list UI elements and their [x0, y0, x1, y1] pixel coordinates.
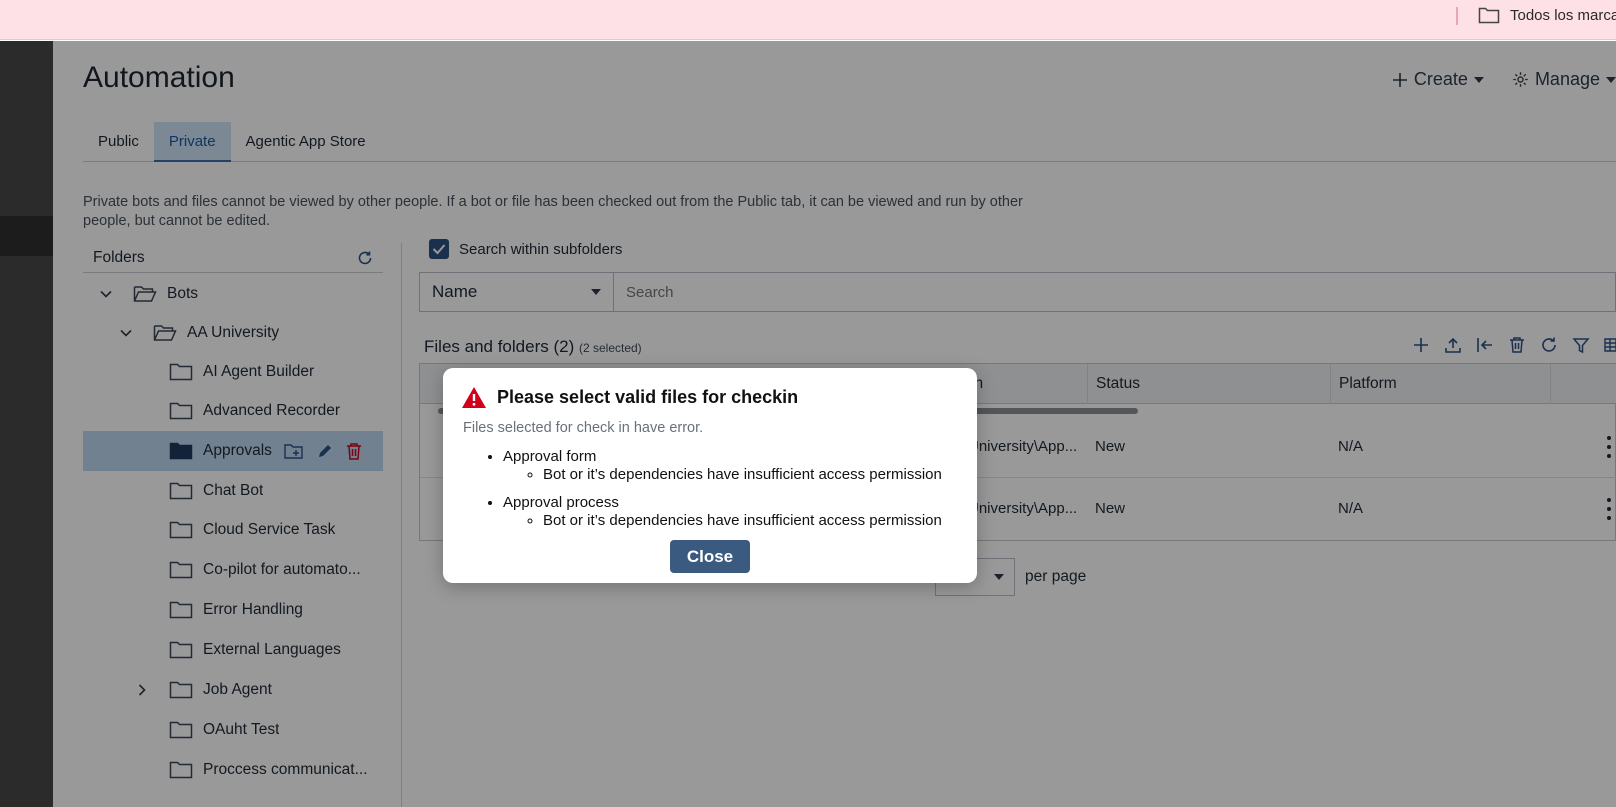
- dialog-subtitle: Files selected for check in have error.: [463, 420, 704, 436]
- error-detail: Bot or it’s dependencies have insufficie…: [543, 512, 942, 530]
- warning-icon: [462, 387, 486, 408]
- error-file-name: Approval process: [503, 494, 619, 511]
- error-file-name: Approval form: [503, 448, 597, 465]
- error-item: Approval process Bot or it’s dependencie…: [503, 494, 942, 530]
- checkin-error-dialog: Please select valid files for checkin Fi…: [443, 368, 977, 583]
- dialog-title: Please select valid files for checkin: [461, 386, 798, 409]
- error-details: Bot or it’s dependencies have insufficie…: [543, 466, 942, 484]
- error-list: Approval form Bot or it’s dependencies h…: [503, 448, 942, 540]
- close-button[interactable]: Close: [670, 540, 750, 573]
- nav-rail: [0, 41, 53, 807]
- error-item: Approval form Bot or it’s dependencies h…: [503, 448, 942, 484]
- bookmark-all-label: Todos los marca: [1510, 6, 1616, 24]
- folder-icon: [1478, 7, 1500, 24]
- error-details: Bot or it’s dependencies have insufficie…: [543, 512, 942, 530]
- bookmark-separator: [1456, 7, 1458, 25]
- nav-rail-active-item[interactable]: [0, 216, 53, 256]
- dialog-title-text: Please select valid files for checkin: [497, 387, 799, 407]
- bookmark-bar: Todos los marca: [0, 0, 1616, 40]
- error-detail: Bot or it’s dependencies have insufficie…: [543, 466, 942, 484]
- bookmark-all[interactable]: Todos los marca: [1478, 6, 1616, 24]
